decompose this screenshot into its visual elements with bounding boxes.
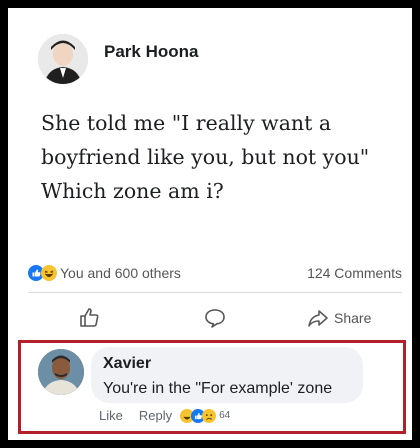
sad-icon: [202, 408, 217, 423]
comment-actions: Like Reply 64: [99, 408, 230, 423]
share-icon: [308, 310, 328, 327]
commenter-avatar[interactable]: [38, 349, 84, 395]
share-button[interactable]: Share: [277, 309, 402, 327]
comment-reply-button[interactable]: Reply: [139, 408, 172, 423]
post-card: Park Hoona She told me "I really want a …: [8, 8, 412, 440]
post-actions: Share: [28, 298, 402, 338]
commenter-name[interactable]: Xavier: [103, 355, 151, 373]
thumbs-up-icon: [80, 308, 99, 327]
share-label: Share: [334, 310, 372, 326]
reaction-icons: [28, 265, 57, 281]
comments-count[interactable]: 124 Comments: [307, 265, 402, 281]
divider: [28, 292, 402, 293]
haha-icon: [41, 265, 57, 281]
reactions-summary[interactable]: You and 600 others: [28, 265, 181, 281]
comment-icon: [205, 309, 225, 328]
post-text-line: She told me "I really want a: [41, 111, 332, 135]
comment-button[interactable]: [153, 307, 278, 329]
comment-like-button[interactable]: Like: [99, 408, 123, 423]
author-name[interactable]: Park Hoona: [104, 42, 198, 62]
post-text-line: Which zone am i?: [41, 179, 224, 203]
post-text: She told me "I really want a boyfriend l…: [41, 106, 401, 208]
comment-bubble: Xavier You're in the "For example' zone: [91, 347, 363, 403]
comment-reactions[interactable]: 64: [180, 408, 231, 423]
highlighted-comment: Xavier You're in the "For example' zone …: [18, 340, 406, 434]
post-text-line: boyfriend like you, but not you": [41, 145, 370, 169]
post-header: Park Hoona: [38, 34, 198, 84]
post-stats: You and 600 others 124 Comments: [28, 262, 402, 284]
author-avatar[interactable]: [38, 34, 88, 84]
reactions-text: You and 600 others: [60, 265, 181, 281]
like-button[interactable]: [28, 306, 153, 330]
comment-text: You're in the "For example' zone: [103, 380, 333, 397]
comment-reaction-count: 64: [219, 410, 231, 421]
